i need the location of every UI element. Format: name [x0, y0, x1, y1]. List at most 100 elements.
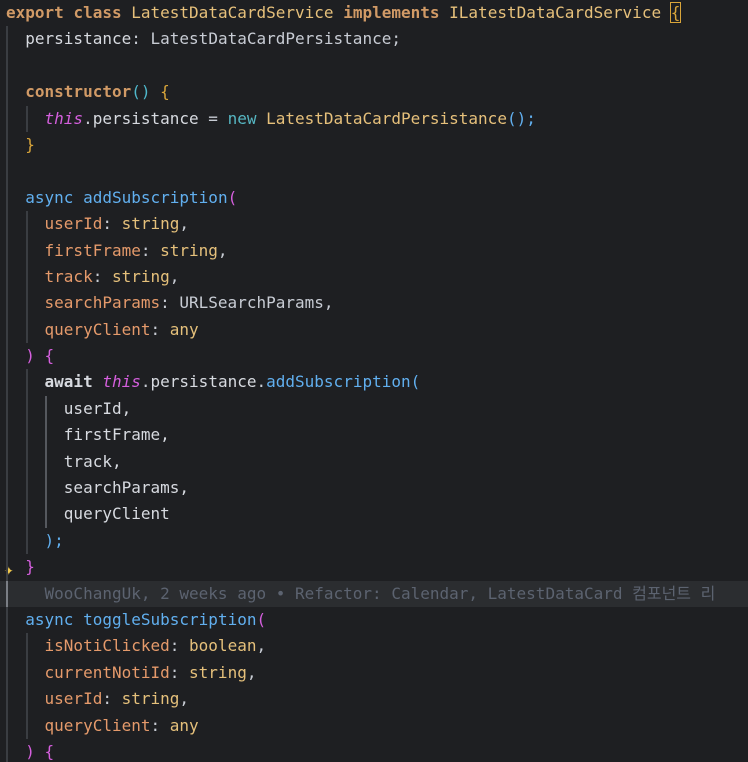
type-name: boolean — [189, 636, 257, 656]
indent-guide — [26, 316, 28, 344]
indent-guide — [26, 237, 28, 264]
code-line[interactable]: } — [0, 131, 748, 159]
close-paren: ) — [25, 346, 35, 366]
keyword-this: this — [44, 108, 84, 128]
indent-guide — [6, 131, 8, 159]
code-line[interactable]: firstFrame: string, — [0, 237, 748, 264]
indent-guide — [45, 448, 47, 476]
colon: : — [140, 240, 161, 260]
semicolon: ; — [391, 29, 401, 49]
indent-guide — [26, 501, 28, 528]
assign-operator: = — [198, 108, 228, 128]
close-brace: } — [25, 134, 35, 154]
code-line[interactable]: queryClient: any — [0, 316, 748, 344]
code-line[interactable]: track: string, — [0, 263, 748, 291]
indent-guide — [26, 211, 28, 238]
code-line[interactable]: async toggleSubscription( — [0, 606, 748, 634]
close-paren: ); — [44, 530, 64, 550]
colon: : — [169, 636, 190, 656]
keyword-implements: implements — [343, 3, 440, 22]
code-line[interactable]: async addSubscription( — [0, 184, 748, 212]
close-paren: ) — [25, 741, 35, 761]
interface-name: ILatestDataCardService — [449, 3, 662, 22]
indent-guide — [26, 475, 28, 502]
current-line[interactable]: WooChangUk, 2 weeks ago • Refactor: Cale… — [0, 580, 748, 607]
method-name: toggleSubscription — [83, 609, 257, 629]
open-brace: { — [44, 346, 55, 366]
param-name: isNotiClicked — [44, 636, 170, 656]
code-line[interactable]: searchParams, — [0, 475, 748, 502]
property-name: persistance — [92, 108, 199, 128]
property-name: persistance — [150, 372, 257, 392]
indent-guide — [26, 686, 28, 713]
indent-guide — [6, 395, 8, 423]
indent-guide — [26, 659, 28, 687]
code-line[interactable] — [0, 52, 748, 80]
indent-guide — [6, 211, 8, 238]
comma: , — [179, 214, 190, 234]
dot: . — [83, 108, 93, 128]
code-line[interactable]: export class LatestDataCardService imple… — [0, 0, 748, 26]
code-line[interactable]: queryClient: any — [0, 712, 748, 739]
code-line[interactable]: persistance: LatestDataCardPersistance; — [0, 26, 748, 53]
code-line[interactable]: currentNotiId: string, — [0, 659, 748, 687]
indent-guide — [45, 501, 47, 528]
colon: : — [150, 319, 170, 339]
code-line[interactable]: queryClient — [0, 501, 748, 528]
indent-guide — [6, 659, 8, 687]
indent-guide — [6, 712, 8, 739]
indent-guide — [6, 554, 8, 581]
indent-guide — [45, 475, 47, 502]
colon: : — [102, 689, 122, 709]
indent-guide — [6, 316, 8, 344]
comma: , — [217, 240, 228, 260]
code-line[interactable]: ✦ } — [0, 554, 748, 581]
argument: queryClient — [63, 504, 170, 524]
type-name: string — [189, 662, 247, 682]
type-name: string — [121, 689, 180, 709]
git-blame-annotation[interactable]: WooChangUk, 2 weeks ago • Refactor: Cale… — [45, 584, 716, 603]
param-name: firstFrame — [44, 240, 141, 260]
property-name: persistance — [25, 29, 132, 49]
code-line[interactable]: firstFrame, — [0, 422, 748, 449]
code-line[interactable]: userId, — [0, 395, 748, 423]
code-line[interactable] — [0, 158, 748, 185]
param-name: queryClient — [44, 715, 151, 735]
colon: : — [92, 266, 112, 286]
keyword-constructor: constructor — [25, 82, 132, 102]
code-line[interactable]: isNotiClicked: boolean, — [0, 633, 748, 660]
indent-guide — [6, 26, 8, 53]
indent-guide — [6, 237, 8, 264]
code-line[interactable]: track, — [0, 448, 748, 476]
code-line[interactable]: ) { — [0, 738, 748, 762]
code-line[interactable]: ); — [0, 527, 748, 555]
colon: : — [160, 293, 180, 313]
open-brace: { — [44, 741, 55, 761]
code-line[interactable]: this.persistance = new LatestDataCardPer… — [0, 105, 748, 132]
call-parens: (); — [506, 108, 536, 128]
indent-guide — [6, 686, 8, 713]
type-name: URLSearchParams — [179, 293, 324, 313]
code-line[interactable]: constructor() { — [0, 79, 748, 106]
code-line[interactable]: ) { — [0, 343, 748, 370]
param-name: userId — [44, 214, 103, 234]
code-line[interactable]: userId: string, — [0, 211, 748, 238]
class-name: LatestDataCardPersistance — [266, 108, 507, 128]
colon: : — [131, 29, 141, 49]
type-name: string — [160, 240, 218, 260]
code-editor[interactable]: export class LatestDataCardService imple… — [0, 0, 748, 762]
code-line[interactable]: await this.persistance.addSubscription( — [0, 369, 748, 396]
code-line[interactable]: userId: string, — [0, 686, 748, 713]
indent-guide — [6, 606, 8, 634]
code-line[interactable]: searchParams: URLSearchParams, — [0, 290, 748, 317]
open-brace: { — [160, 82, 170, 102]
indent-guide — [26, 290, 28, 317]
dot: . — [256, 372, 267, 392]
method-name: addSubscription — [83, 187, 228, 207]
indent-guide — [6, 79, 8, 106]
indent-guide — [26, 263, 28, 291]
text-cursor — [6, 580, 8, 607]
type-name: string — [111, 266, 170, 286]
indent-guide — [6, 422, 8, 449]
parens: () — [131, 82, 151, 102]
